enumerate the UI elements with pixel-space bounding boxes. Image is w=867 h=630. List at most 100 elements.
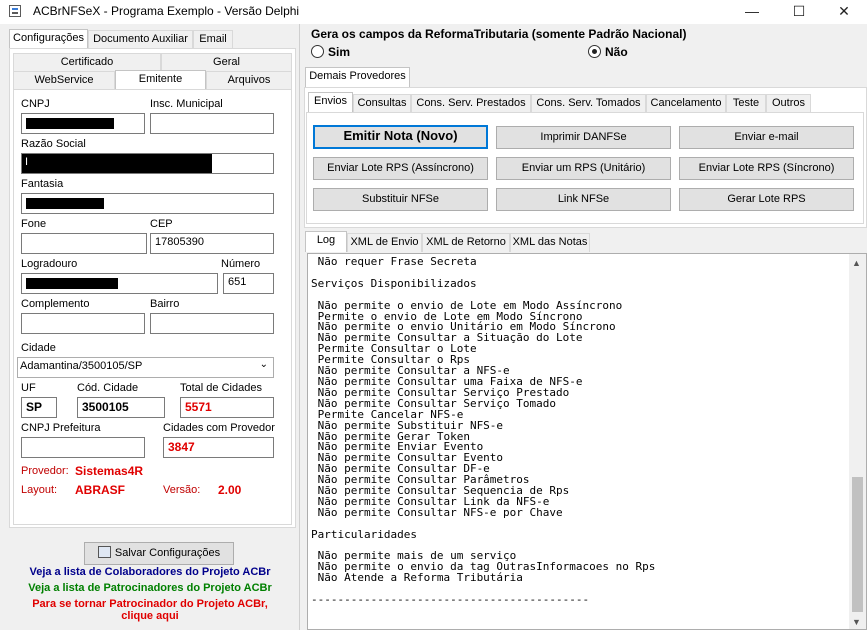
layout-label: Layout: bbox=[21, 484, 58, 496]
log-memo[interactable]: Não requer Frase Secreta Serviços Dispon… bbox=[307, 253, 867, 630]
cidades-provedor-field[interactable]: 3847 bbox=[163, 437, 274, 458]
razao-social-value: I bbox=[25, 156, 29, 168]
tab-outros[interactable]: Outros bbox=[766, 94, 811, 113]
chevron-down-icon: ⌄ bbox=[259, 359, 268, 370]
cnpj-field[interactable] bbox=[21, 113, 145, 134]
link-patrocinadores[interactable]: Veja a lista de Patrocinadores do Projet… bbox=[0, 582, 300, 594]
reforma-title: Gera os campos da ReformaTributaria (som… bbox=[311, 27, 687, 41]
window-title: ACBrNFSeX - Programa Exemplo - Versão De… bbox=[33, 4, 300, 18]
versao-label: Versão: bbox=[163, 484, 201, 496]
radio-nao-label: Não bbox=[605, 45, 628, 59]
link-clique-aqui[interactable]: clique aqui bbox=[0, 610, 300, 622]
tab-envios[interactable]: Envios bbox=[308, 92, 353, 112]
uf-label: UF bbox=[21, 382, 36, 394]
versao-value: 2.00 bbox=[218, 483, 242, 497]
cnpj-label: CNPJ bbox=[21, 98, 50, 110]
tab-webservice[interactable]: WebService bbox=[13, 71, 115, 90]
razao-social-label: Razão Social bbox=[21, 138, 86, 150]
log-line: Particularidades bbox=[311, 527, 417, 541]
tab-documento-auxiliar[interactable]: Documento Auxiliar bbox=[88, 30, 193, 49]
emitir-nota-button[interactable]: Emitir Nota (Novo) bbox=[313, 125, 488, 149]
app-icon bbox=[9, 5, 21, 17]
bairro-label: Bairro bbox=[150, 298, 180, 310]
tab-xml-envio[interactable]: XML de Envio bbox=[347, 233, 422, 252]
tab-xml-retorno[interactable]: XML de Retorno bbox=[422, 233, 510, 252]
fone-field[interactable] bbox=[21, 233, 147, 254]
save-icon bbox=[97, 546, 111, 558]
tab-email[interactable]: Email bbox=[193, 30, 233, 49]
link-colaboradores[interactable]: Veja a lista de Colaboradores do Projeto… bbox=[0, 566, 300, 578]
tab-cons-serv-tomados[interactable]: Cons. Serv. Tomados bbox=[531, 94, 646, 113]
total-cidades-label: Total de Cidades bbox=[180, 382, 262, 394]
enviar-email-button[interactable]: Enviar e-mail bbox=[679, 126, 854, 149]
numero-field[interactable]: 651 bbox=[223, 273, 274, 294]
salvar-label: Salvar Configurações bbox=[114, 547, 221, 559]
radio-sim[interactable] bbox=[311, 45, 324, 58]
cnpj-prefeitura-field[interactable] bbox=[21, 437, 145, 458]
cod-cidade-field[interactable]: 3500105 bbox=[77, 397, 165, 418]
insc-municipal-field[interactable] bbox=[150, 113, 274, 134]
minimize-button[interactable]: — bbox=[729, 0, 775, 24]
log-line: ----------------------------------------… bbox=[311, 593, 590, 607]
substituir-nfse-button[interactable]: Substituir NFSe bbox=[313, 188, 488, 211]
tab-emitente[interactable]: Emitente bbox=[115, 70, 206, 90]
cidade-label: Cidade bbox=[21, 342, 56, 354]
provedor-label: Provedor: bbox=[21, 465, 69, 477]
tab-teste[interactable]: Teste bbox=[726, 94, 766, 113]
bairro-field[interactable] bbox=[150, 313, 274, 334]
radio-sim-label: Sim bbox=[328, 45, 351, 59]
enviar-lote-assincrono-button[interactable]: Enviar Lote RPS (Assíncrono) bbox=[313, 157, 488, 180]
radio-nao[interactable] bbox=[588, 45, 601, 58]
uf-field[interactable]: SP bbox=[21, 397, 57, 418]
numero-label: Número bbox=[221, 258, 261, 270]
razao-social-field[interactable]: I bbox=[21, 153, 274, 174]
fantasia-label: Fantasia bbox=[21, 178, 64, 190]
cidade-value: Adamantina/3500105/SP bbox=[20, 360, 143, 372]
complemento-field[interactable] bbox=[21, 313, 145, 334]
enviar-rps-unitario-button[interactable]: Enviar um RPS (Unitário) bbox=[496, 157, 671, 180]
redacted-block bbox=[26, 118, 114, 129]
log-line: Não permite Consultar NFS-e por Chave bbox=[311, 505, 563, 519]
fantasia-field[interactable] bbox=[21, 193, 274, 214]
link-tornar-patrocinador[interactable]: Para se tornar Patrocinador do Projeto A… bbox=[0, 598, 300, 610]
scroll-up-icon[interactable]: ▲ bbox=[852, 258, 861, 268]
tab-arquivos[interactable]: Arquivos bbox=[206, 71, 292, 90]
imprimir-danfse-button[interactable]: Imprimir DANFSe bbox=[496, 126, 671, 149]
redacted-block bbox=[26, 278, 118, 289]
log-line: Serviços Disponibilizados bbox=[311, 276, 477, 290]
maximize-button[interactable]: ☐ bbox=[776, 0, 822, 24]
scroll-thumb[interactable] bbox=[852, 477, 863, 612]
log-line: Não Atende a Reforma Tributária bbox=[311, 571, 523, 585]
cnpj-prefeitura-label: CNPJ Prefeitura bbox=[21, 422, 101, 434]
cod-cidade-label: Cód. Cidade bbox=[77, 382, 139, 394]
layout-value: ABRASF bbox=[75, 483, 125, 497]
vertical-scrollbar[interactable]: ▲ ▼ bbox=[849, 254, 866, 629]
gerar-lote-rps-button[interactable]: Gerar Lote RPS bbox=[679, 188, 854, 211]
log-text: Não requer Frase Secreta Serviços Dispon… bbox=[311, 255, 655, 607]
scroll-down-icon[interactable]: ▼ bbox=[852, 617, 861, 627]
cidade-select[interactable]: Adamantina/3500105/SP ⌄ bbox=[17, 357, 274, 378]
tab-xml-notas[interactable]: XML das Notas bbox=[510, 233, 590, 252]
tab-consultas[interactable]: Consultas bbox=[353, 94, 411, 113]
logradouro-label: Logradouro bbox=[21, 258, 78, 270]
cep-label: CEP bbox=[150, 218, 173, 230]
tab-cons-serv-prestados[interactable]: Cons. Serv. Prestados bbox=[411, 94, 531, 113]
title-bar: ACBrNFSeX - Programa Exemplo - Versão De… bbox=[0, 0, 867, 24]
tab-cancelamento[interactable]: Cancelamento bbox=[646, 94, 726, 113]
tab-demais-provedores[interactable]: Demais Provedores bbox=[305, 67, 410, 87]
complemento-label: Complemento bbox=[21, 298, 90, 310]
cep-field[interactable]: 17805390 bbox=[150, 233, 274, 254]
redacted-block bbox=[22, 154, 212, 173]
close-button[interactable]: ✕ bbox=[821, 0, 867, 24]
insc-municipal-label: Insc. Municipal bbox=[150, 98, 223, 110]
logradouro-field[interactable] bbox=[21, 273, 218, 294]
enviar-lote-sincrono-button[interactable]: Enviar Lote RPS (Síncrono) bbox=[679, 157, 854, 180]
log-line: Não requer Frase Secreta bbox=[311, 255, 477, 268]
cidades-provedor-label: Cidades com Provedor bbox=[163, 422, 275, 434]
link-nfse-button[interactable]: Link NFSe bbox=[496, 188, 671, 211]
salvar-configuracoes-button[interactable]: Salvar Configurações bbox=[84, 542, 234, 565]
tab-log[interactable]: Log bbox=[305, 231, 347, 252]
tab-configuracoes[interactable]: Configurações bbox=[9, 29, 88, 48]
total-cidades-field[interactable]: 5571 bbox=[180, 397, 274, 418]
fone-label: Fone bbox=[21, 218, 47, 230]
